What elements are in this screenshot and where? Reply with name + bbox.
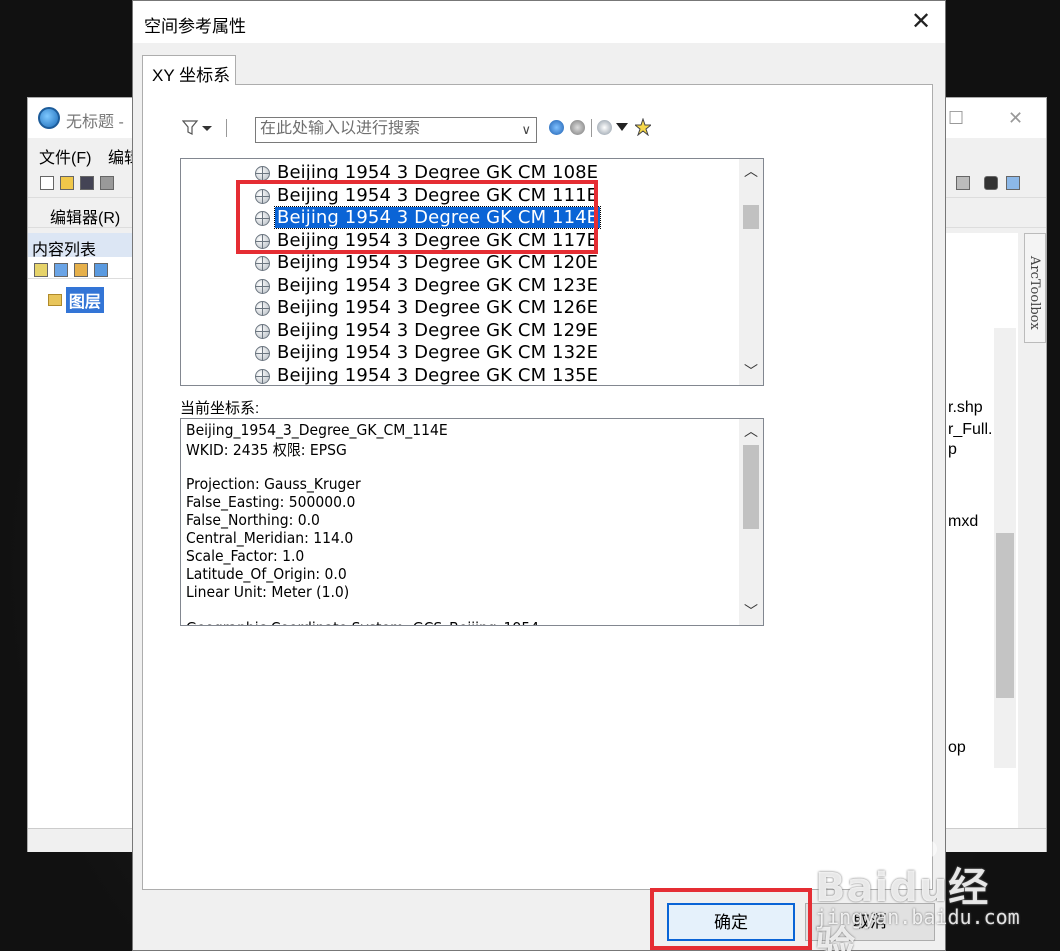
globe-icon	[255, 346, 270, 361]
coordinate-system-label: Beijing 1954 3 Degree GK CM 135E	[277, 364, 599, 386]
dialog-titlebar: 空间参考属性 ✕	[133, 1, 945, 43]
spatial-reference-dialog: 空间参考属性 ✕ XY 坐标系 ∨ Beijing 1954 3 Degree …	[132, 0, 946, 951]
detail-line: Geographic Coordinate System: GCS_Beijin…	[186, 619, 539, 625]
current-coordinate-system-label: 当前坐标系:	[180, 400, 260, 417]
clear-search-icon[interactable]	[570, 120, 585, 135]
catalog-item[interactable]: p	[948, 441, 957, 459]
scrollbar-thumb[interactable]	[743, 205, 759, 229]
catalog-scrollbar[interactable]	[994, 328, 1016, 768]
scrollbar-thumb[interactable]	[996, 533, 1014, 698]
search-toolbar: ∨	[179, 115, 739, 143]
globe-icon	[255, 256, 270, 271]
open-folder-icon[interactable]	[60, 176, 74, 190]
list-by-visibility-icon[interactable]	[74, 263, 88, 277]
table-of-contents: 内容列表 图层	[28, 233, 134, 828]
highlight-box	[650, 888, 812, 950]
save-icon[interactable]	[80, 176, 94, 190]
menu-file[interactable]: 文件(F)	[39, 144, 91, 168]
globe-icon	[255, 323, 270, 339]
toc-toolbar	[28, 257, 133, 279]
detail-line: Central_Meridian: 114.0	[186, 529, 354, 547]
tree-scrollbar[interactable]: ︿ ﹀	[739, 159, 763, 385]
close-button[interactable]: ✕	[905, 7, 937, 37]
add-coordinate-system-icon[interactable]	[597, 120, 612, 135]
detail-line: WKID: 2435 权限: EPSG	[186, 441, 347, 459]
scroll-up-icon[interactable]: ︿	[739, 161, 763, 183]
detail-line: Latitude_Of_Origin: 0.0	[186, 565, 347, 583]
arcmap-title: 无标题 -	[66, 114, 124, 131]
new-document-icon[interactable]	[40, 176, 54, 190]
favorites-icon[interactable]	[635, 118, 651, 136]
tab-xy-coordinate-system[interactable]: XY 坐标系	[142, 55, 236, 85]
detail-line: Linear Unit: Meter (1.0)	[186, 583, 350, 601]
details-scrollbar[interactable]: ︿ ﹀	[739, 419, 763, 625]
chevron-down-icon[interactable]: ∨	[521, 122, 531, 138]
highlight-box	[236, 180, 598, 254]
globe-icon	[255, 368, 270, 384]
search-combobox[interactable]: ∨	[255, 117, 537, 143]
toolbar-separator	[591, 119, 592, 137]
toolbar-icon[interactable]	[956, 176, 970, 190]
layers-icon	[48, 294, 62, 306]
detail-line: Projection: Gauss_Kruger	[186, 475, 361, 493]
globe-icon	[255, 166, 270, 181]
detail-line: False_Easting: 500000.0	[186, 493, 356, 511]
catalog-item[interactable]: r.shp	[948, 399, 983, 417]
search-input[interactable]	[260, 120, 510, 138]
filter-icon[interactable]	[182, 119, 216, 137]
layers-label: 图层	[65, 287, 104, 313]
maximize-icon[interactable]: ☐	[948, 108, 964, 129]
detail-line: False_Northing: 0.0	[186, 511, 320, 529]
watermark-brand: Baidu经验	[815, 865, 990, 951]
coordinate-system-label: Beijing 1954 3 Degree GK CM 123E	[277, 274, 599, 296]
editor-menu[interactable]: 编辑器(R)	[50, 204, 120, 228]
coordinate-system-label: Beijing 1954 3 Degree GK CM 132E	[277, 342, 599, 363]
layers-node[interactable]: 图层	[48, 287, 104, 313]
list-by-selection-icon[interactable]	[94, 263, 108, 277]
catalog-item[interactable]: op	[948, 739, 966, 757]
globe-icon	[255, 301, 270, 316]
scroll-up-icon[interactable]: ︿	[739, 421, 763, 443]
catalog-item[interactable]: r_Full.	[948, 421, 992, 439]
print-icon[interactable]	[100, 176, 114, 190]
scroll-down-icon[interactable]: ﹀	[739, 601, 763, 623]
chevron-down-icon[interactable]	[616, 123, 628, 133]
dialog-title: 空间参考属性	[144, 17, 246, 36]
coordinate-system-label: Beijing 1954 3 Degree GK CM 129E	[277, 319, 599, 341]
arctoolbox-label: ArcToolbox	[1027, 256, 1042, 330]
watermark-url: jingyan.baidu.com	[815, 905, 1020, 929]
paw-icon	[905, 835, 919, 851]
scroll-down-icon[interactable]: ﹀	[739, 361, 763, 383]
binoculars-icon[interactable]	[984, 176, 998, 190]
goto-xy-icon[interactable]	[1006, 176, 1020, 190]
globe-icon	[255, 278, 270, 294]
coordinate-system-label: Beijing 1954 3 Degree GK CM 126E	[277, 297, 599, 318]
toolbar-separator	[226, 119, 227, 137]
toc-title: 内容列表	[28, 233, 133, 259]
coordinate-system-details: Beijing_1954_3_Degree_GK_CM_114E WKID: 24…	[180, 418, 764, 626]
arctoolbox-tab[interactable]: ArcToolbox	[1024, 233, 1046, 343]
detail-line: Scale_Factor: 1.0	[186, 547, 305, 565]
list-by-source-icon[interactable]	[54, 263, 68, 277]
close-icon[interactable]: ✕	[1008, 108, 1023, 129]
detail-line: Beijing_1954_3_Degree_GK_CM_114E	[186, 421, 448, 439]
catalog-item[interactable]: mxd	[948, 513, 978, 531]
coordinate-system-label: Beijing 1954 3 Degree GK CM 120E	[277, 252, 599, 273]
arcmap-logo-icon	[38, 107, 60, 129]
search-icon[interactable]	[549, 120, 564, 135]
list-by-drawing-order-icon[interactable]	[34, 263, 48, 277]
scrollbar-thumb[interactable]	[743, 445, 759, 529]
baidu-watermark: Baidu经验 jingyan.baidu.com	[815, 835, 1020, 951]
